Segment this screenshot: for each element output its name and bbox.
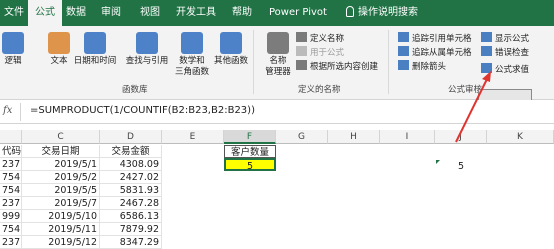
error-indicator-icon	[436, 160, 440, 164]
arrow-head	[482, 71, 491, 82]
arrow-line	[455, 76, 489, 143]
annotation-arrow	[436, 71, 491, 164]
